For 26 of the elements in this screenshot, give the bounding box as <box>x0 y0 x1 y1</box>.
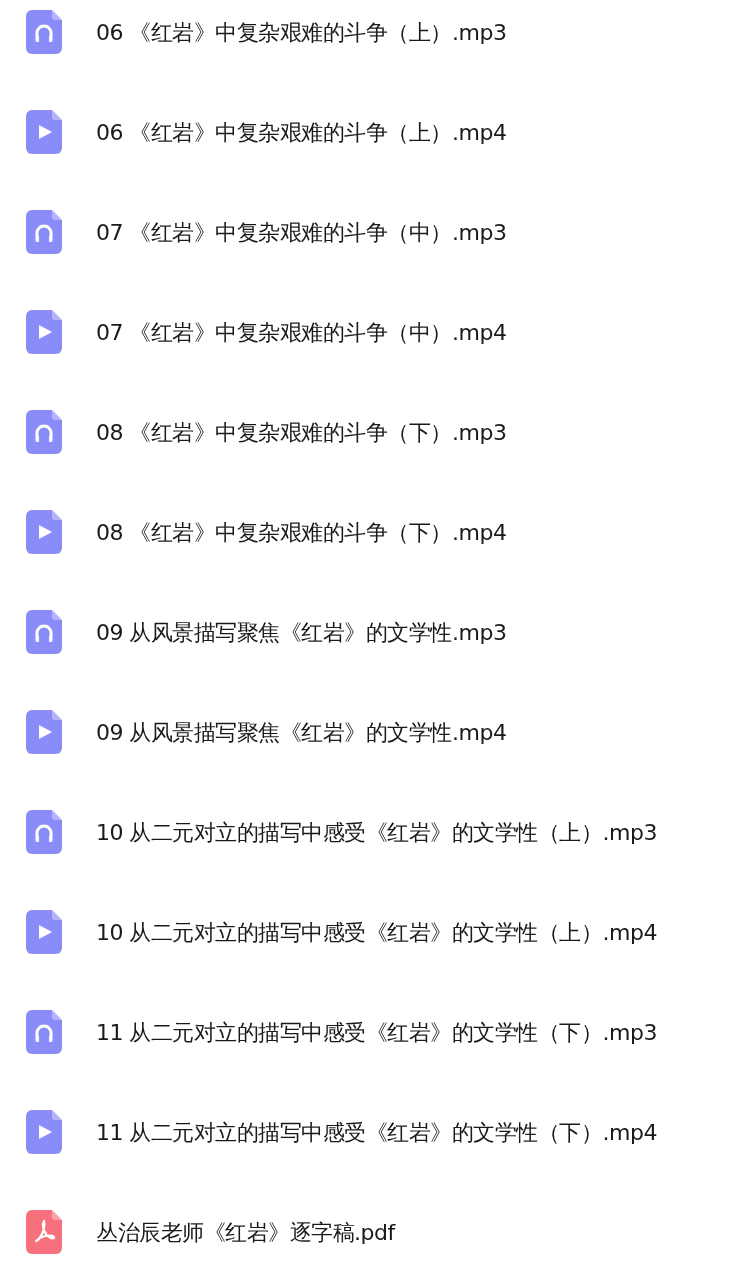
play-file-icon <box>26 710 62 754</box>
play-file-icon <box>26 1110 62 1154</box>
play-file-icon <box>26 910 62 954</box>
file-name[interactable]: 11 从二元对立的描写中感受《红岩》的文学性（下）.mp4 <box>96 1115 657 1149</box>
file-name[interactable]: 08 《红岩》中复杂艰难的斗争（下）.mp4 <box>96 515 507 549</box>
file-name[interactable]: 10 从二元对立的描写中感受《红岩》的文学性（上）.mp4 <box>96 915 657 949</box>
headphones-file-icon <box>26 1010 62 1054</box>
play-file-icon <box>26 510 62 554</box>
headphones-file-icon <box>26 10 62 54</box>
file-name[interactable]: 06 《红岩》中复杂艰难的斗争（上）.mp3 <box>96 15 507 49</box>
file-name[interactable]: 11 从二元对立的描写中感受《红岩》的文学性（下）.mp3 <box>96 1015 657 1049</box>
pdf-file-icon <box>26 1210 62 1254</box>
headphones-file-icon <box>26 410 62 454</box>
file-name[interactable]: 09 从风景描写聚焦《红岩》的文学性.mp4 <box>96 715 507 749</box>
file-name[interactable]: 07 《红岩》中复杂艰难的斗争（中）.mp3 <box>96 215 507 249</box>
file-name[interactable]: 丛治辰老师《红岩》逐字稿.pdf <box>96 1215 395 1249</box>
headphones-file-icon <box>26 810 62 854</box>
play-file-icon <box>26 110 62 154</box>
play-file-icon <box>26 310 62 354</box>
headphones-file-icon <box>26 210 62 254</box>
file-name[interactable]: 08 《红岩》中复杂艰难的斗争（下）.mp3 <box>96 415 507 449</box>
file-name[interactable]: 06 《红岩》中复杂艰难的斗争（上）.mp4 <box>96 115 507 149</box>
file-name[interactable]: 09 从风景描写聚焦《红岩》的文学性.mp3 <box>96 615 507 649</box>
file-name[interactable]: 10 从二元对立的描写中感受《红岩》的文学性（上）.mp3 <box>96 815 657 849</box>
file-name[interactable]: 07 《红岩》中复杂艰难的斗争（中）.mp4 <box>96 315 507 349</box>
headphones-file-icon <box>26 610 62 654</box>
